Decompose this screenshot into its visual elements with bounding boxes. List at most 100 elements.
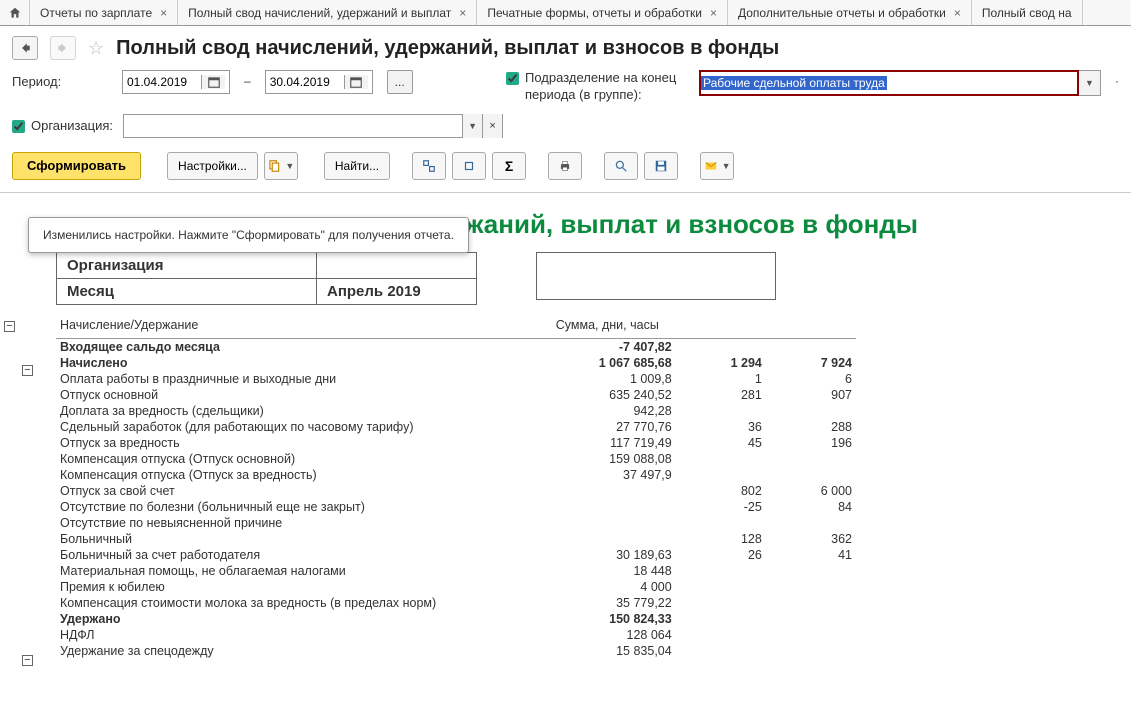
row-name: Отпуск за вредность: [56, 435, 552, 451]
tab-4[interactable]: Полный свод на: [972, 0, 1083, 25]
calendar-icon[interactable]: [201, 75, 225, 89]
tree-collapse-button[interactable]: −: [4, 321, 15, 332]
table-row[interactable]: НДФЛ128 064: [56, 627, 856, 643]
row-sum: 18 448: [552, 563, 676, 579]
date-to-field[interactable]: [265, 70, 373, 94]
table-row[interactable]: Доплата за вредность (сдельщики)942,28: [56, 403, 856, 419]
diskette-icon: [654, 159, 668, 173]
department-label: Подразделение на конец периода (в группе…: [525, 70, 685, 104]
department-checkbox[interactable]: [506, 72, 519, 85]
table-row[interactable]: Сдельный заработок (для работающих по ча…: [56, 419, 856, 435]
row-days: [676, 579, 766, 595]
collapse-button[interactable]: [452, 152, 486, 180]
table-row[interactable]: Отсутствие по болезни (больничный еще не…: [56, 499, 856, 515]
table-row[interactable]: Входящее сальдо месяца-7 407,82: [56, 338, 856, 355]
table-row[interactable]: Оплата работы в праздничные и выходные д…: [56, 371, 856, 387]
table-row[interactable]: Компенсация стоимости молока за вредност…: [56, 595, 856, 611]
email-button[interactable]: ▼: [700, 152, 734, 180]
department-dropdown-button[interactable]: ▼: [1079, 70, 1101, 96]
preview-button[interactable]: [604, 152, 638, 180]
org-dropdown-button[interactable]: ▼: [462, 114, 482, 138]
close-icon[interactable]: ×: [954, 6, 961, 20]
row-name: Больничный за счет работодателя: [56, 547, 552, 563]
sum-button[interactable]: Σ: [492, 152, 526, 180]
table-row[interactable]: Удержание за спецодежду15 835,04: [56, 643, 856, 659]
row-name: Отсутствие по невыясненной причине: [56, 515, 552, 531]
row-hours: 362: [766, 531, 856, 547]
calendar-icon[interactable]: [344, 75, 368, 89]
table-row[interactable]: Премия к юбилею4 000: [56, 579, 856, 595]
date-from-field[interactable]: [122, 70, 230, 94]
toolbar: Сформировать Настройки... ▼ Найти... Σ ▼: [0, 144, 1131, 188]
row-sum: 35 779,22: [552, 595, 676, 611]
org-input-box[interactable]: ▼ ×: [123, 114, 503, 138]
tab-0[interactable]: Отчеты по зарплате×: [30, 0, 178, 25]
meta-month-value: Апрель 2019: [317, 278, 477, 304]
row-days: [676, 403, 766, 419]
date-from-input[interactable]: [123, 75, 201, 89]
row-name: Сдельный заработок (для работающих по ча…: [56, 419, 552, 435]
row-name: Отпуск за свой счет: [56, 483, 552, 499]
date-dash: –: [244, 70, 251, 88]
close-icon[interactable]: ×: [710, 6, 717, 20]
tab-3[interactable]: Дополнительные отчеты и обработки×: [728, 0, 972, 25]
sigma-icon: Σ: [505, 158, 513, 174]
form-button[interactable]: Сформировать: [12, 152, 141, 180]
tab-2[interactable]: Печатные формы, отчеты и обработки×: [477, 0, 728, 25]
org-clear-button[interactable]: ×: [482, 114, 502, 138]
table-row[interactable]: Удержано150 824,33: [56, 611, 856, 627]
date-to-input[interactable]: [266, 75, 344, 89]
department-input[interactable]: Рабочие сдельной оплаты труда: [699, 70, 1079, 96]
copy-button[interactable]: ▼: [264, 152, 298, 180]
forward-button[interactable]: [50, 36, 76, 60]
table-row[interactable]: Начислено1 067 685,681 2947 924: [56, 355, 856, 371]
tree-collapse-button[interactable]: −: [22, 365, 33, 376]
page-title: Полный свод начислений, удержаний, выпла…: [116, 37, 779, 60]
table-row[interactable]: Отпуск за свой счет8026 000: [56, 483, 856, 499]
home-tab[interactable]: [0, 0, 30, 25]
table-row[interactable]: Больничный128362: [56, 531, 856, 547]
table-row[interactable]: Отпуск за вредность117 719,4945196: [56, 435, 856, 451]
row-hours: [766, 403, 856, 419]
row-sum: 30 189,63: [552, 547, 676, 563]
row-name: Оплата работы в праздничные и выходные д…: [56, 371, 552, 387]
row-days: 281: [676, 387, 766, 403]
settings-button[interactable]: Настройки...: [167, 152, 258, 180]
row-days: [676, 627, 766, 643]
table-row[interactable]: Материальная помощь, не облагаемая налог…: [56, 563, 856, 579]
row-sum: [552, 515, 676, 531]
close-icon[interactable]: ×: [459, 6, 466, 20]
row-days: 45: [676, 435, 766, 451]
row-days: [676, 611, 766, 627]
row-days: -25: [676, 499, 766, 515]
tree-collapse-button[interactable]: −: [22, 655, 33, 666]
meta-block: Организация Месяц Апрель 2019: [56, 252, 1131, 305]
row-name: Начислено: [56, 355, 552, 371]
tab-1[interactable]: Полный свод начислений, удержаний и выпл…: [178, 0, 477, 25]
row-days: [676, 467, 766, 483]
back-button[interactable]: [12, 36, 38, 60]
table-row[interactable]: Компенсация отпуска (Отпуск основной)159…: [56, 451, 856, 467]
row-days: 802: [676, 483, 766, 499]
org-checkbox[interactable]: [12, 120, 25, 133]
org-input[interactable]: [124, 118, 462, 133]
envelope-icon: [704, 159, 718, 173]
row-name: Отпуск основной: [56, 387, 552, 403]
favorite-icon[interactable]: ☆: [88, 38, 104, 59]
find-button[interactable]: Найти...: [324, 152, 390, 180]
row-sum: -7 407,82: [552, 338, 676, 355]
table-row[interactable]: Отсутствие по невыясненной причине: [56, 515, 856, 531]
table-row[interactable]: Компенсация отпуска (Отпуск за вредность…: [56, 467, 856, 483]
expand-button[interactable]: [412, 152, 446, 180]
department-value: Рабочие сдельной оплаты труда: [701, 76, 887, 90]
row-sum: 1 067 685,68: [552, 355, 676, 371]
table-row[interactable]: Больничный за счет работодателя30 189,63…: [56, 547, 856, 563]
meta-blank-box: [536, 252, 776, 300]
close-icon[interactable]: ×: [160, 6, 167, 20]
table-row[interactable]: Отпуск основной635 240,52281907: [56, 387, 856, 403]
save-button[interactable]: [644, 152, 678, 180]
period-label: Период:: [12, 70, 108, 89]
print-button[interactable]: [548, 152, 582, 180]
row-sum: 635 240,52: [552, 387, 676, 403]
period-select-button[interactable]: ...: [387, 70, 413, 94]
